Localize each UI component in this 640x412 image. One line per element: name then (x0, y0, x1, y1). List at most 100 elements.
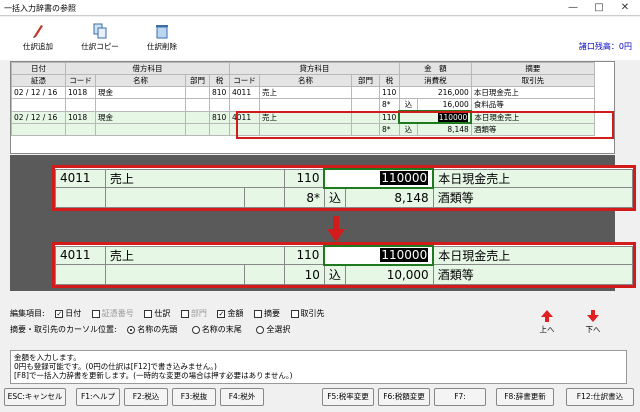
subheader-consumption-tax: 消費税 (398, 74, 472, 87)
subheader-voucher: 証憑 (11, 74, 66, 87)
cell-debit-code[interactable]: 1018 (65, 110, 96, 124)
header-amount: 金 額 (398, 62, 472, 75)
f4-tax-exempt-button[interactable]: F4:税外 (220, 388, 264, 406)
zoom-tax-rate: 8* (284, 187, 325, 208)
message-line: 0円も登録可能です。(0円の仕訳は[F12]で書き込みません。) (14, 362, 217, 371)
radio-icon (191, 325, 200, 334)
copy-entry-button[interactable]: 仕訳コピー (70, 17, 130, 60)
header-credit: 貸方科目 (229, 62, 400, 75)
header-memo: 摘要 (470, 62, 595, 75)
subheader-debit-dept: 部門 (185, 74, 210, 87)
radio-name-end[interactable]: 名称の末尾 (191, 325, 242, 334)
table-row[interactable]: 02 / 12 / 16 1018 現金 810 4011 売上 110 216… (11, 86, 595, 99)
balance-readout: 諸口残高：0円 (578, 42, 632, 51)
radio-select-all[interactable]: 全選択 (256, 325, 290, 334)
zoom-tax-included: 込 (323, 264, 346, 285)
checkbox-entry[interactable]: 仕訳 (144, 309, 170, 318)
f6-tax-amount-button[interactable]: F6:税額変更 (378, 388, 430, 406)
zoom-after: 4011 売上 110 110000 本日現金売上 10 込 10,000 酒類… (52, 242, 636, 288)
cell-debit-name[interactable]: 現金 (95, 86, 186, 99)
add-entry-button[interactable]: 仕訳追加 (8, 17, 68, 60)
checkbox-icon (253, 309, 262, 318)
radio-icon (127, 325, 136, 334)
cell-debit-code[interactable]: 1018 (65, 86, 96, 99)
cell-debit-tax[interactable]: 810 (209, 110, 230, 124)
subheader-credit-dept: 部門 (351, 74, 380, 87)
journal-grid: 日付 借方科目 貸方科目 金 額 摘要 証憑 コード 名称 部門 税 コード 名… (10, 61, 615, 154)
cell-debit-name[interactable]: 現金 (95, 110, 186, 124)
checkbox-icon (180, 309, 189, 318)
checkbox-icon (144, 309, 153, 318)
message-line: [F8]で一括入力辞書を更新します。(一時的な変更の場合は押す必要はありません。… (14, 371, 293, 380)
zoom-name: 売上 (104, 245, 285, 266)
edit-options: 編集項目: ✓ 日付 証憑番号 仕訳 部門 ✓ 金額 摘要 取引先 摘要・取引先のカ… (10, 308, 325, 337)
cell-memo[interactable]: 本日現金売上 (470, 86, 595, 99)
subheader-debit-name: 名称 (95, 74, 186, 87)
cell-credit-code[interactable]: 4011 (229, 86, 260, 99)
subheader-partner: 取引先 (470, 74, 595, 87)
arrow-down-icon (587, 310, 599, 322)
esc-cancel-button[interactable]: ESC:キャンセル (4, 388, 66, 406)
cell-credit-tax[interactable]: 110 (379, 86, 400, 99)
checkbox-icon (91, 309, 100, 318)
f8-dictionary-update-button[interactable]: F8:辞書更新 (496, 388, 554, 406)
add-entry-label: 仕訳追加 (23, 42, 53, 51)
close-button[interactable]: ✕ (612, 0, 638, 16)
table-row[interactable]: 8* 込 16,000 食料品等 (11, 98, 595, 112)
checkbox-memo[interactable]: 摘要 (253, 309, 280, 318)
maximize-button[interactable]: □ (586, 0, 612, 16)
f2-tax-in-button[interactable]: F2:税込 (124, 388, 168, 406)
message-line: 金額を入力します。 (14, 353, 81, 362)
cell-tax-rate[interactable]: 8* (379, 98, 400, 112)
cell-date[interactable]: 02 / 12 / 16 (11, 110, 66, 124)
zoom-amount: 110000 (380, 248, 429, 263)
checkbox-date[interactable]: ✓ 日付 (55, 309, 81, 318)
highlight-frame (236, 111, 614, 139)
cell-debit-dept[interactable] (185, 86, 210, 99)
zoom-tax-code: 110 (284, 168, 325, 189)
cell-partner[interactable]: 食料品等 (470, 98, 595, 112)
header-debit: 借方科目 (65, 62, 230, 75)
cell-debit-tax[interactable]: 810 (209, 86, 230, 99)
delete-entry-label: 仕訳削除 (147, 42, 177, 51)
f5-tax-rate-button[interactable]: F5:税率変更 (322, 388, 374, 406)
zoom-partner: 酒類等 (432, 264, 634, 285)
zoom-amount: 110000 (380, 171, 429, 186)
cell-tax-amount[interactable]: 16,000 (416, 98, 472, 112)
f3-tax-out-button[interactable]: F3:税抜 (172, 388, 216, 406)
f7-button[interactable]: F7: (434, 388, 486, 406)
help-message: 金額を入力します。 0円も登録可能です。(0円の仕訳は[F12]で書き込みません… (10, 350, 627, 384)
cursor-position-label: 摘要・取引先のカーソル位置: (10, 325, 117, 334)
checkbox-icon: ✓ (55, 309, 64, 318)
cell-debit-dept[interactable] (185, 110, 210, 124)
subheader-credit-code: コード (229, 74, 260, 87)
checkbox-partner[interactable]: 取引先 (290, 309, 325, 318)
arrow-down-icon (327, 216, 345, 242)
cell-credit-dept[interactable] (351, 86, 380, 99)
cell-date[interactable]: 02 / 12 / 16 (11, 86, 66, 99)
cell-credit-name[interactable]: 売上 (259, 86, 352, 99)
f1-help-button[interactable]: F1:ヘルプ (76, 388, 120, 406)
minimize-button[interactable]: — (560, 0, 586, 16)
move-up-button[interactable]: 上へ (532, 310, 562, 335)
f12-write-entry-button[interactable]: F12:仕訳書込 (566, 388, 634, 406)
zoom-code: 4011 (55, 245, 106, 266)
zoom-memo: 本日現金売上 (432, 245, 634, 266)
checkbox-voucher: 証憑番号 (91, 309, 134, 318)
zoom-memo: 本日現金売上 (432, 168, 634, 189)
cell-tax-included[interactable]: 込 (398, 98, 418, 112)
move-down-button[interactable]: 下へ (578, 310, 608, 335)
move-up-label: 上へ (539, 325, 555, 334)
header-date: 日付 (11, 62, 66, 75)
zoom-code: 4011 (55, 168, 106, 189)
cell-amount[interactable]: 216,000 (398, 86, 472, 99)
subheader-debit-tax: 税 (209, 74, 230, 87)
delete-entry-button[interactable]: 仕訳削除 (132, 17, 192, 60)
radio-name-start[interactable]: 名称の先頭 (127, 325, 177, 334)
trash-icon (156, 25, 168, 39)
window-title: 一括入力辞書の参照 (4, 4, 76, 13)
checkbox-amount[interactable]: ✓ 金額 (217, 309, 243, 318)
edit-items-label: 編集項目: (10, 309, 45, 318)
title-bar: 一括入力辞書の参照 — □ ✕ (0, 0, 640, 16)
subheader-credit-tax: 税 (379, 74, 400, 87)
